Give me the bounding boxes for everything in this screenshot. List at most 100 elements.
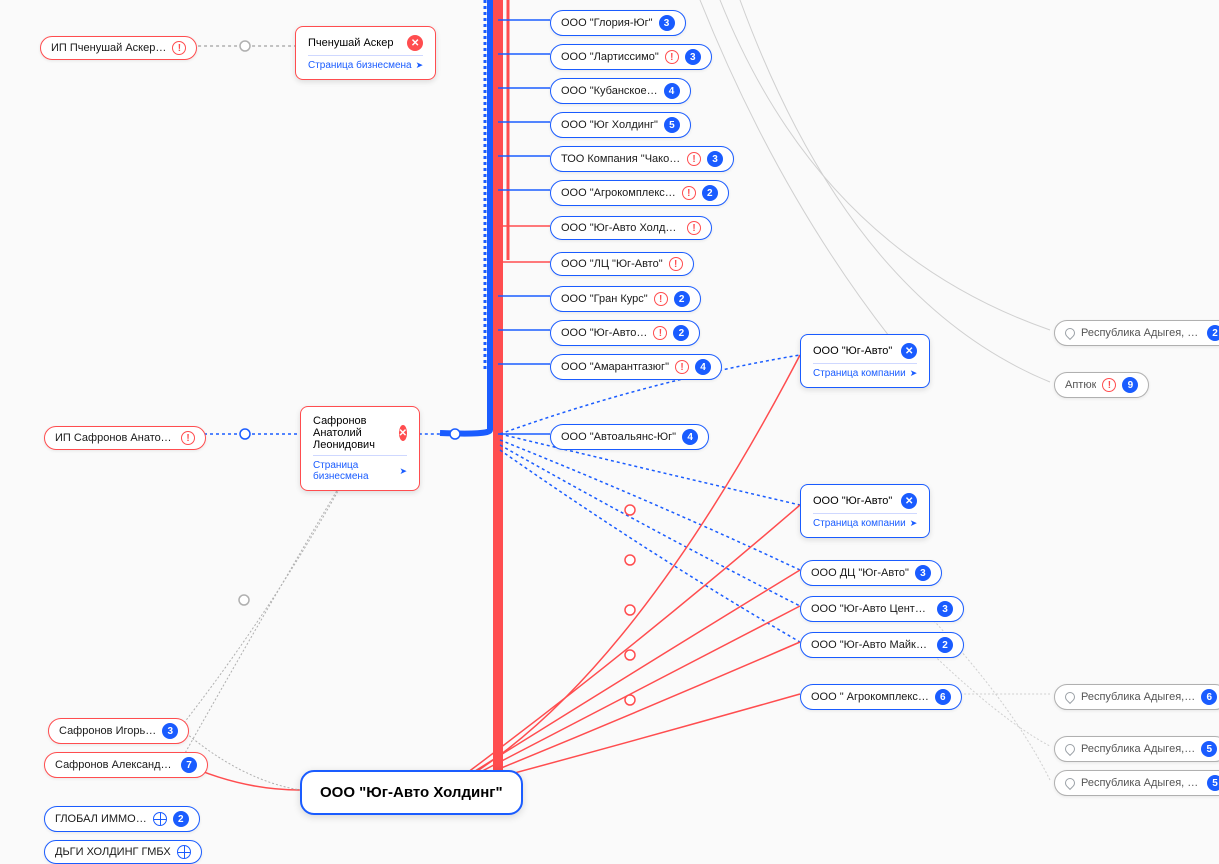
close-icon[interactable]: ✕ <box>407 35 423 51</box>
warning-icon: ! <box>653 326 667 340</box>
node-g3[interactable]: Республика Адыгея,… 6 <box>1054 684 1219 710</box>
close-icon[interactable]: ✕ <box>901 493 917 509</box>
card-pchenushay[interactable]: Пченушай Аскер ✕ Страница бизнесмена <box>295 26 436 80</box>
count-badge: 3 <box>707 151 723 167</box>
count-badge: 5 <box>664 117 680 133</box>
count-badge: 4 <box>682 429 698 445</box>
count-badge: 2 <box>937 637 953 653</box>
arrow-icon <box>416 60 424 71</box>
card-safronov[interactable]: Сафронов Анатолий Леонидович✕ Страница б… <box>300 406 420 491</box>
node-label: ООО "Глория-Юг" <box>561 17 653 29</box>
pin-icon <box>1063 690 1077 704</box>
count-badge: 6 <box>1201 689 1217 705</box>
card-link[interactable]: Страница бизнесмена <box>313 460 407 482</box>
pin-icon <box>1063 742 1077 756</box>
node-c12[interactable]: ООО "Автоальянс-Юг" 4 <box>550 424 709 450</box>
node-d1[interactable]: ООО ДЦ "Юг-Авто"3 <box>800 560 942 586</box>
card-link[interactable]: Страница бизнесмена <box>308 60 423 71</box>
node-c10[interactable]: ООО "Юг-Авто…! 2 <box>550 320 700 346</box>
pin-icon <box>1063 776 1077 790</box>
node-c7[interactable]: ООО "Юг-Авто Холдинг"! <box>550 216 712 240</box>
warning-icon: ! <box>669 257 683 271</box>
node-n4[interactable]: Сафронов Александр…7 <box>44 752 208 778</box>
count-badge: 4 <box>664 83 680 99</box>
node-label: ООО " Агрокомплекс… <box>811 691 929 703</box>
main-node-label: ООО "Юг-Авто Холдинг" <box>320 784 503 801</box>
node-g2[interactable]: Аптюк!9 <box>1054 372 1149 398</box>
globe-icon <box>153 812 167 826</box>
arrow-icon <box>910 518 918 529</box>
card-title: ООО "Юг-Авто" <box>813 495 892 507</box>
count-badge: 2 <box>173 811 189 827</box>
node-label: Республика Адыгея,… <box>1081 691 1195 703</box>
node-d3[interactable]: ООО "Юг-Авто Майкоп" 2 <box>800 632 964 658</box>
count-badge: 3 <box>915 565 931 581</box>
count-badge: 6 <box>935 689 951 705</box>
warning-icon: ! <box>687 221 701 235</box>
warning-icon: ! <box>654 292 668 306</box>
node-d2[interactable]: ООО "Юг-Авто Центр…3 <box>800 596 964 622</box>
node-label: Сафронов Александр… <box>55 759 175 771</box>
node-label: ООО "Юг-Авто… <box>561 327 647 339</box>
node-c8[interactable]: ООО "ЛЦ "Юг-Авто"! <box>550 252 694 276</box>
node-g1[interactable]: Республика Адыгея, аул…2 <box>1054 320 1219 346</box>
globe-icon <box>177 845 191 859</box>
node-n5[interactable]: ГЛОБАЛ ИММО… 2 <box>44 806 200 832</box>
close-icon[interactable]: ✕ <box>901 343 917 359</box>
node-label: ООО "Юг-Авто Центр… <box>811 603 931 615</box>
card-yugauto-1[interactable]: ООО "Юг-Авто" ✕ Страница компании <box>800 334 930 388</box>
node-label: ООО "Амарантгазюг" <box>561 361 669 373</box>
node-d4[interactable]: ООО " Агрокомплекс… 6 <box>800 684 962 710</box>
count-badge: 2 <box>702 185 718 201</box>
node-c5[interactable]: ТОО Компания "Чакоев…!3 <box>550 146 734 172</box>
node-label: ТОО Компания "Чакоев… <box>561 153 681 165</box>
arrow-icon <box>910 368 918 379</box>
node-label: ООО "Юг-Авто Майкоп" <box>811 639 931 651</box>
node-label: Республика Адыгея, аул… <box>1081 777 1201 789</box>
warning-icon: ! <box>181 431 195 445</box>
node-c1[interactable]: ООО "Глория-Юг" 3 <box>550 10 686 36</box>
node-n3[interactable]: Сафронов Игорь…3 <box>48 718 189 744</box>
count-badge: 9 <box>1122 377 1138 393</box>
main-node[interactable]: ООО "Юг-Авто Холдинг" <box>300 770 523 815</box>
node-g4[interactable]: Республика Адыгея,… 5 <box>1054 736 1219 762</box>
node-label: ООО "Автоальянс-Юг" <box>561 431 676 443</box>
node-label: Аптюк <box>1065 379 1096 391</box>
node-c2[interactable]: ООО "Лартиссимо"! 3 <box>550 44 712 70</box>
node-g5[interactable]: Республика Адыгея, аул…5 <box>1054 770 1219 796</box>
node-label: ГЛОБАЛ ИММО… <box>55 813 147 825</box>
count-badge: 2 <box>674 291 690 307</box>
node-label: ООО "ЛЦ "Юг-Авто" <box>561 258 663 270</box>
node-label: ООО "Юг Холдинг" <box>561 119 658 131</box>
card-title: ООО "Юг-Авто" <box>813 345 892 357</box>
node-label: ООО "Юг-Авто Холдинг" <box>561 222 681 234</box>
node-label: ООО "Агрокомплекс… <box>561 187 676 199</box>
node-n2[interactable]: ИП Сафронов Анатолий…! <box>44 426 206 450</box>
node-label: ДЬГИ ХОЛДИНГ ГМБХ <box>55 846 171 858</box>
node-n6[interactable]: ДЬГИ ХОЛДИНГ ГМБХ <box>44 840 202 864</box>
node-label: Республика Адыгея, аул… <box>1081 327 1201 339</box>
pin-icon <box>1063 326 1077 340</box>
node-c6[interactable]: ООО "Агрокомплекс…!2 <box>550 180 729 206</box>
count-badge: 2 <box>673 325 689 341</box>
node-label: ИП Пченушай Аскер… <box>51 42 166 54</box>
node-label: Республика Адыгея,… <box>1081 743 1195 755</box>
close-icon[interactable]: ✕ <box>399 425 407 441</box>
count-badge: 5 <box>1201 741 1217 757</box>
card-yugauto-2[interactable]: ООО "Юг-Авто" ✕ Страница компании <box>800 484 930 538</box>
card-link[interactable]: Страница компании <box>813 368 917 379</box>
node-c3[interactable]: ООО "Кубанское… 4 <box>550 78 691 104</box>
node-label: ООО "Кубанское… <box>561 85 658 97</box>
card-link[interactable]: Страница компании <box>813 518 917 529</box>
warning-icon: ! <box>172 41 186 55</box>
node-c11[interactable]: ООО "Амарантгазюг"!4 <box>550 354 722 380</box>
count-badge: 3 <box>685 49 701 65</box>
node-c4[interactable]: ООО "Юг Холдинг" 5 <box>550 112 691 138</box>
node-label: ООО "Лартиссимо" <box>561 51 659 63</box>
warning-icon: ! <box>665 50 679 64</box>
count-badge: 3 <box>659 15 675 31</box>
node-c9[interactable]: ООО "Гран Курс"!2 <box>550 286 701 312</box>
node-n1[interactable]: ИП Пченушай Аскер…! <box>40 36 197 60</box>
card-title: Пченушай Аскер <box>308 37 393 49</box>
warning-icon: ! <box>675 360 689 374</box>
